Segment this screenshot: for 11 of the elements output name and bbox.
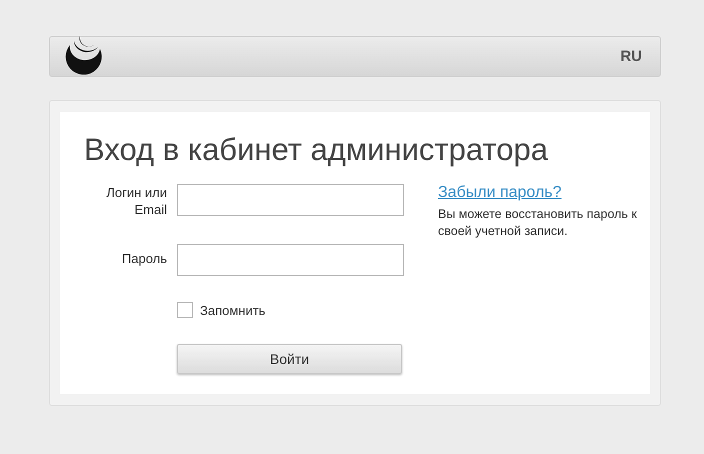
login-button[interactable]: Войти: [177, 344, 402, 374]
forgot-password-link[interactable]: Забыли пароль?: [438, 184, 562, 201]
language-label: RU: [620, 48, 642, 65]
input-field[interactable]: [177, 184, 404, 216]
input-field[interactable]: [177, 244, 404, 276]
checkbox[interactable]: [177, 302, 193, 318]
page-title: Вход в кабинет администратора: [84, 132, 549, 168]
field-label: Пароль: [120, 250, 168, 267]
hint-text: Вы можете восстановить пароль к своей учетной записи.: [438, 206, 638, 240]
field-label: Логин или Email: [105, 184, 168, 218]
checkbox-label: Запомнить: [200, 302, 266, 318]
